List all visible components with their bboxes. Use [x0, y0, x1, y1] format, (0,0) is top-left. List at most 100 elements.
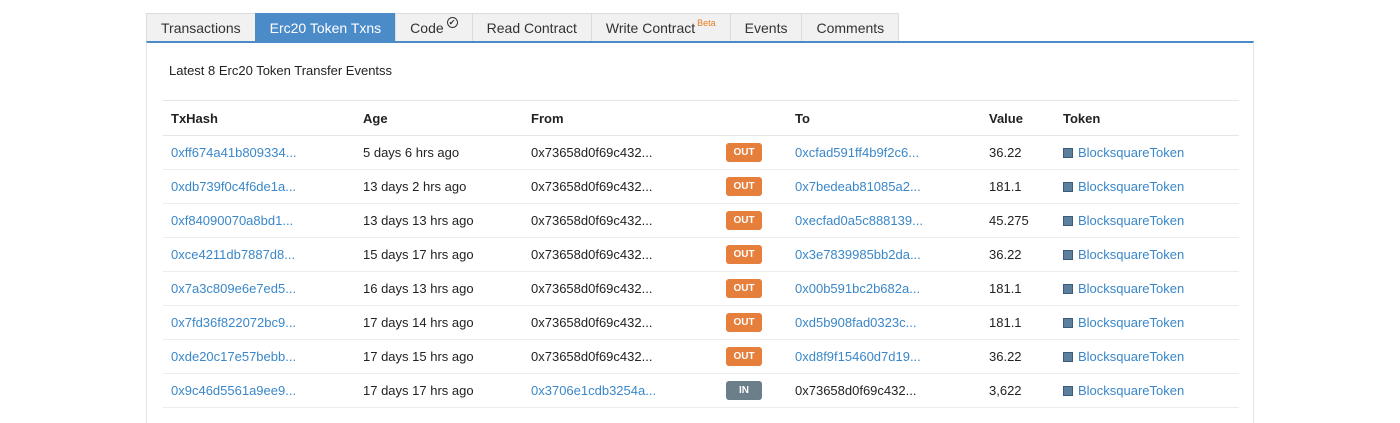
tab-comments[interactable]: Comments: [801, 13, 900, 41]
token-cell: BlocksquareToken: [1055, 135, 1239, 170]
table-row: 0xff674a41b809334... 5 days 6 hrs ago 0x73…: [163, 135, 1239, 170]
value-text: 36.22: [989, 145, 1022, 160]
token-cell: BlocksquareToken: [1055, 305, 1239, 340]
token-name: BlocksquareToken: [1078, 281, 1185, 296]
tab-erc20-token-txns[interactable]: Erc20 Token Txns: [254, 13, 397, 41]
direction-badge: OUT: [726, 347, 762, 366]
from-address-cell: 0x73658d0f69c432...: [523, 135, 716, 170]
direction-badge: OUT: [726, 211, 762, 230]
from-address: 0x73658d0f69c432...: [531, 349, 653, 364]
direction-cell: OUT: [716, 169, 787, 204]
table-row: 0xce4211db7887d8... 15 days 17 hrs ago 0x7…: [163, 237, 1239, 272]
txhash-link-cell: 0x9c46d5561a9ee9...: [163, 373, 355, 408]
beta-tag: Beta: [697, 17, 716, 28]
direction-badge: OUT: [726, 313, 762, 332]
value-text-cell: 45.275: [981, 203, 1055, 238]
to-address-link[interactable]: 0x7bedeab81085a2...: [795, 179, 921, 194]
age-text-cell: 16 days 13 hrs ago: [355, 271, 523, 306]
tab-content: Latest 8 Erc20 Token Transfer Eventss Tx…: [146, 41, 1254, 423]
token-cell: BlocksquareToken: [1055, 203, 1239, 238]
from-address: 0x73658d0f69c432...: [531, 281, 653, 296]
txhash-link-cell: 0xce4211db7887d8...: [163, 237, 355, 272]
value-text: 181.1: [989, 179, 1022, 194]
token-name: BlocksquareToken: [1078, 349, 1185, 364]
direction-cell: IN: [716, 373, 787, 408]
txhash-link[interactable]: 0xf84090070a8bd1...: [171, 213, 293, 228]
table-row: 0x9c46d5561a9ee9... 17 days 17 hrs ago 0x3…: [163, 373, 1239, 408]
token-icon: [1063, 182, 1073, 192]
tab-label: Code: [410, 19, 444, 36]
txhash-link[interactable]: 0xce4211db7887d8...: [171, 247, 295, 262]
value-text: 45.275: [989, 213, 1029, 228]
direction-cell: OUT: [716, 203, 787, 238]
token-link[interactable]: BlocksquareToken: [1063, 281, 1184, 296]
token-icon: [1063, 216, 1073, 226]
age-text: 5 days 6 hrs ago: [363, 145, 460, 160]
value-text-cell: 181.1: [981, 169, 1055, 204]
token-link[interactable]: BlocksquareToken: [1063, 213, 1184, 228]
age-text: 17 days 14 hrs ago: [363, 315, 474, 330]
age-text: 17 days 15 hrs ago: [363, 349, 474, 364]
value-text-cell: 3,622: [981, 373, 1055, 408]
txhash-link[interactable]: 0xff674a41b809334...: [171, 145, 297, 160]
value-text: 3,622: [989, 383, 1022, 398]
to-address-link-cell: 0x00b591bc2b682a...: [787, 271, 981, 306]
tab-code[interactable]: Code ✔︎: [395, 13, 473, 41]
token-icon: [1063, 284, 1073, 294]
from-address-cell: 0x73658d0f69c432...: [523, 203, 716, 238]
tab-transactions[interactable]: Transactions: [146, 13, 256, 41]
from-address-link-cell: 0x3706e1cdb3254a...: [523, 373, 716, 408]
txhash-link[interactable]: 0xdb739f0c4f6de1a...: [171, 179, 296, 194]
token-link[interactable]: BlocksquareToken: [1063, 383, 1184, 398]
txhash-link-cell: 0x7fd36f822072bc9...: [163, 305, 355, 340]
from-address-cell: 0x73658d0f69c432...: [523, 339, 716, 374]
direction-badge: IN: [726, 381, 762, 400]
tab-label: Events: [744, 19, 788, 36]
age-text: 13 days 2 hrs ago: [363, 179, 467, 194]
value-text: 181.1: [989, 315, 1022, 330]
token-cell: BlocksquareToken: [1055, 237, 1239, 272]
token-name: BlocksquareToken: [1078, 179, 1185, 194]
table-header-row: TxHash Age From To Value Token: [163, 100, 1239, 136]
value-text-cell: 36.22: [981, 135, 1055, 170]
txhash-link[interactable]: 0x7fd36f822072bc9...: [171, 315, 296, 330]
direction-cell: OUT: [716, 237, 787, 272]
token-link[interactable]: BlocksquareToken: [1063, 349, 1184, 364]
tab-label: Transactions: [161, 19, 241, 36]
to-address-link[interactable]: 0xd5b908fad0323c...: [795, 315, 916, 330]
tab-write-contract[interactable]: Write Contract Beta: [590, 13, 731, 41]
txhash-link-cell: 0x7a3c809e6e7ed5...: [163, 271, 355, 306]
value-text-cell: 181.1: [981, 305, 1055, 340]
to-address: 0x73658d0f69c432...: [795, 383, 917, 398]
from-address-link[interactable]: 0x3706e1cdb3254a...: [531, 383, 656, 398]
tab-read-contract[interactable]: Read Contract: [471, 13, 592, 41]
token-cell: BlocksquareToken: [1055, 339, 1239, 374]
table-row: 0xdb739f0c4f6de1a... 13 days 2 hrs ago 0x7…: [163, 169, 1239, 204]
to-address-link[interactable]: 0x3e7839985bb2da...: [795, 247, 921, 262]
to-address-link[interactable]: 0xecfad0a5c888139...: [795, 213, 923, 228]
token-link[interactable]: BlocksquareToken: [1063, 179, 1184, 194]
txhash-link[interactable]: 0x7a3c809e6e7ed5...: [171, 281, 296, 296]
token-cell: BlocksquareToken: [1055, 169, 1239, 204]
tab-events[interactable]: Events: [729, 13, 803, 41]
token-link[interactable]: BlocksquareToken: [1063, 247, 1184, 262]
token-name: BlocksquareToken: [1078, 145, 1185, 160]
to-address-link[interactable]: 0xcfad591ff4b9f2c6...: [795, 145, 919, 160]
to-address-cell: 0x73658d0f69c432...: [787, 373, 981, 408]
age-text-cell: 15 days 17 hrs ago: [355, 237, 523, 272]
to-address-link[interactable]: 0xd8f9f15460d7d19...: [795, 349, 921, 364]
value-text-cell: 36.22: [981, 237, 1055, 272]
age-text-cell: 17 days 17 hrs ago: [355, 373, 523, 408]
from-address: 0x73658d0f69c432...: [531, 315, 653, 330]
age-text-cell: 17 days 15 hrs ago: [355, 339, 523, 374]
txhash-link[interactable]: 0x9c46d5561a9ee9...: [171, 383, 296, 398]
tab-label: Comments: [816, 19, 885, 36]
col-header-to: To: [787, 100, 981, 136]
to-address-link[interactable]: 0x00b591bc2b682a...: [795, 281, 920, 296]
token-link[interactable]: BlocksquareToken: [1063, 315, 1184, 330]
value-text: 36.22: [989, 349, 1022, 364]
txhash-link[interactable]: 0xde20c17e57bebb...: [171, 349, 296, 364]
to-address-link-cell: 0xcfad591ff4b9f2c6...: [787, 135, 981, 170]
token-link[interactable]: BlocksquareToken: [1063, 145, 1184, 160]
token-cell: BlocksquareToken: [1055, 271, 1239, 306]
